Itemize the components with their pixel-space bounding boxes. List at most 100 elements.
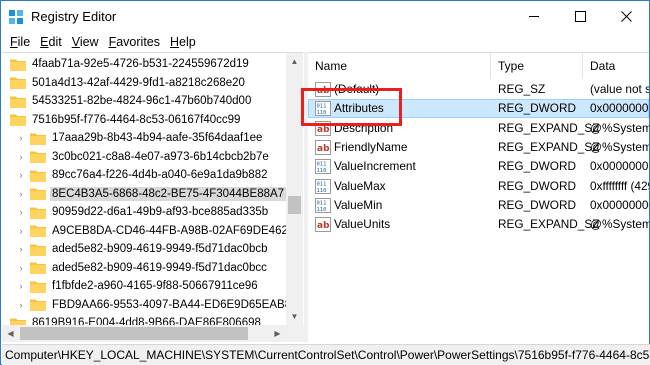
value-data: @%SystemRoot% (590, 120, 649, 135)
expand-chevron-icon[interactable]: › (16, 281, 26, 291)
value-row[interactable]: 011110ValueMin REG_DWORD 0x00000000 (0) (308, 196, 649, 215)
maximize-button[interactable] (557, 1, 603, 31)
tree-item[interactable]: › FBD9AA66-9553-4097-BA44-ED6E9D65EAB8 (16, 295, 291, 315)
tree-vscroll-thumb[interactable] (288, 196, 301, 214)
value-row[interactable]: ab ValueUnits REG_EXPAND_SZ@%SystemRoot% (308, 215, 649, 234)
value-row[interactable]: ab FriendlyName REG_EXPAND_SZ@%SystemRoot% (308, 138, 649, 157)
binary-value-icon: 011 110 (315, 197, 331, 213)
minimize-button[interactable] (511, 1, 557, 31)
value-data: (value not set) (590, 82, 649, 96)
tree-hscroll-thumb[interactable] (20, 327, 248, 340)
tree-item-label: 4faab71a-92e5-4726-b531-224559672d19 (32, 58, 249, 70)
tree-item-label: 501a4d13-42af-4429-9fd1-a8218c268e20 (32, 76, 245, 89)
expand-chevron-icon[interactable]: › (16, 226, 26, 236)
menu-item-0[interactable]: File (5, 32, 35, 52)
folder-icon (30, 169, 46, 182)
title-bar[interactable]: Registry Editor (1, 1, 649, 32)
folder-icon (10, 95, 26, 108)
tree-horizontal-scrollbar[interactable]: ◀ ▶ (2, 325, 304, 342)
menu-item-2[interactable]: View (67, 32, 104, 52)
value-name: ValueIncrement (334, 159, 416, 174)
menu-item-4[interactable]: Help (165, 32, 201, 52)
tree-item-label: 90959d22-d6a1-49b9-af93-bce885ad335b (52, 206, 269, 218)
maximize-icon (574, 10, 586, 22)
svg-text:110: 110 (317, 168, 327, 174)
tree-item[interactable]: › A9CEB8DA-CD46-44FB-A98B-02AF69DE4623 (16, 221, 294, 241)
scroll-up-arrow-icon[interactable]: ▲ (286, 53, 303, 70)
value-name: FriendlyName (334, 139, 408, 154)
expand-chevron-icon[interactable]: › (16, 300, 26, 310)
key-tree-pane[interactable]: 8619B916-E004-4dd8-9B66-DAE86F806698 › FBD… (2, 52, 304, 342)
tree-item[interactable]: 54533251-82be-4824-96c1-47b60b740d00 (10, 91, 251, 111)
red-callout-box (301, 88, 402, 126)
value-data: 0x00000001 (1) (590, 159, 649, 174)
value-data: 0xffffffff (4294967295) (590, 178, 649, 193)
registry-editor-window: Registry Editor File Edit View Favorites Hel… (0, 0, 650, 365)
tree-item[interactable]: 501a4d13-42af-4429-9fd1-a8218c268e20 (10, 73, 245, 93)
binary-value-icon: 011 110 (315, 178, 331, 194)
value-type: REG_DWORD (498, 101, 576, 116)
value-row[interactable]: 011 110 ValueIncrement REG_DWORD 0x00000001 … (308, 157, 649, 176)
menu-accelerator: H (170, 35, 180, 49)
folder-icon (10, 76, 26, 89)
column-header-type[interactable]: Type (491, 53, 583, 79)
value-name: ValueMin (334, 197, 383, 212)
menu-bar: File Edit View Favorites Help (1, 32, 649, 52)
value-data: 0x00000001 (1) (590, 101, 649, 116)
menu-label: iew (79, 35, 99, 49)
value-name: ValueMax (334, 178, 386, 193)
registry-app-icon (9, 10, 23, 24)
tree-item-label: 17aaa29b-8b43-4b94-aafe-35f64daaf1ee (52, 132, 263, 144)
tree-item-label: 7516b95f-f776-4464-8c53-06167f40cc99 (32, 113, 241, 126)
tree-item[interactable]: › 3c0bc021-c8a8-4e07-a973-6b14cbcb2b7e (16, 147, 269, 167)
tree-item-label: A9CEB8DA-CD46-44FB-A98B-02AF69DE4623 (52, 224, 295, 237)
value-data: @%SystemRoot% (590, 139, 649, 154)
tree-item[interactable]: 4faab71a-92e5-4726-b531-224559672d19 (10, 54, 249, 74)
menu-item-3[interactable]: Favorites (104, 32, 165, 52)
menu-accelerator: V (71, 35, 80, 49)
value-type: REG_SZ (498, 82, 546, 96)
close-button[interactable] (603, 1, 649, 31)
svg-text:ab: ab (317, 221, 330, 231)
svg-text:011: 011 (317, 162, 327, 168)
expand-chevron-icon[interactable]: › (16, 152, 26, 162)
folder-icon (30, 132, 46, 145)
scroll-right-arrow-icon[interactable]: ▶ (269, 325, 286, 342)
expand-chevron-icon[interactable]: › (16, 207, 26, 217)
expand-chevron-icon[interactable]: › (16, 133, 26, 143)
value-type: REG_EXPAND_SZ (498, 139, 600, 154)
column-header-name[interactable]: Name (308, 53, 491, 79)
tree-item-label: 54533251-82be-4824-96c1-47b60b740d00 (32, 95, 252, 107)
expand-chevron-icon[interactable]: › (16, 170, 26, 180)
tree-item[interactable]: › 17aaa29b-8b43-4b94-aafe-35f64daaf1ee (16, 128, 262, 148)
tree-item[interactable]: › 8EC4B3A5-6868-48c2-BE75-4F3044BE88A7 (16, 184, 287, 204)
expand-chevron-icon[interactable]: › (16, 263, 26, 273)
value-row[interactable]: 011110ValueMaxREG_DWORD0xffffffff (42949… (308, 177, 649, 196)
menu-item-1[interactable]: Edit (35, 32, 67, 52)
scroll-down-arrow-icon[interactable]: ▼ (286, 308, 303, 325)
folder-icon (30, 243, 46, 256)
tree-item-label: 89cc76a4-f226-4d4b-a040-6e9a1da9b882 (52, 169, 268, 181)
close-icon (620, 10, 632, 22)
window-title: Registry Editor (31, 9, 117, 24)
tree-item[interactable]: › 89cc76a4-f226-4d4b-a040-6e9a1da9b882 (16, 165, 268, 185)
value-type: REG_DWORD (498, 197, 576, 212)
column-header-data[interactable]: Data (583, 53, 649, 79)
tree-item[interactable]: › aded5e82-b909-4619-9949-f5d71dac0bcb (16, 239, 268, 259)
expand-chevron-icon[interactable]: › (16, 189, 26, 199)
scroll-left-arrow-icon[interactable]: ◀ (2, 325, 19, 342)
value-type: REG_EXPAND_SZ (498, 217, 600, 232)
folder-icon (30, 280, 46, 293)
status-bar-path: Computer\HKEY_LOCAL_MACHINE\SYSTEM\Curre… (2, 344, 650, 365)
value-data: 0x00000000 (0) (590, 197, 649, 212)
tree-item[interactable]: › 90959d22-d6a1-49b9-af93-bce885ad335b (16, 202, 268, 222)
folder-icon (30, 298, 46, 311)
svg-text:ab: ab (317, 125, 330, 135)
tree-item[interactable]: › aded5e82-b909-4619-9949-f5d71dac0bcc (16, 258, 267, 278)
tree-item-label: FBD9AA66-9553-4097-BA44-ED6E9D65EAB8 (52, 298, 292, 311)
tree-item[interactable]: 7516b95f-f776-4464-8c53-06167f40cc99 (10, 110, 240, 130)
svg-text:110: 110 (317, 188, 327, 194)
folder-icon (30, 206, 46, 219)
expand-chevron-icon[interactable]: › (16, 244, 26, 254)
tree-item[interactable]: › f1fbfde2-a960-4165-9f88-50667911ce96 (16, 276, 258, 296)
